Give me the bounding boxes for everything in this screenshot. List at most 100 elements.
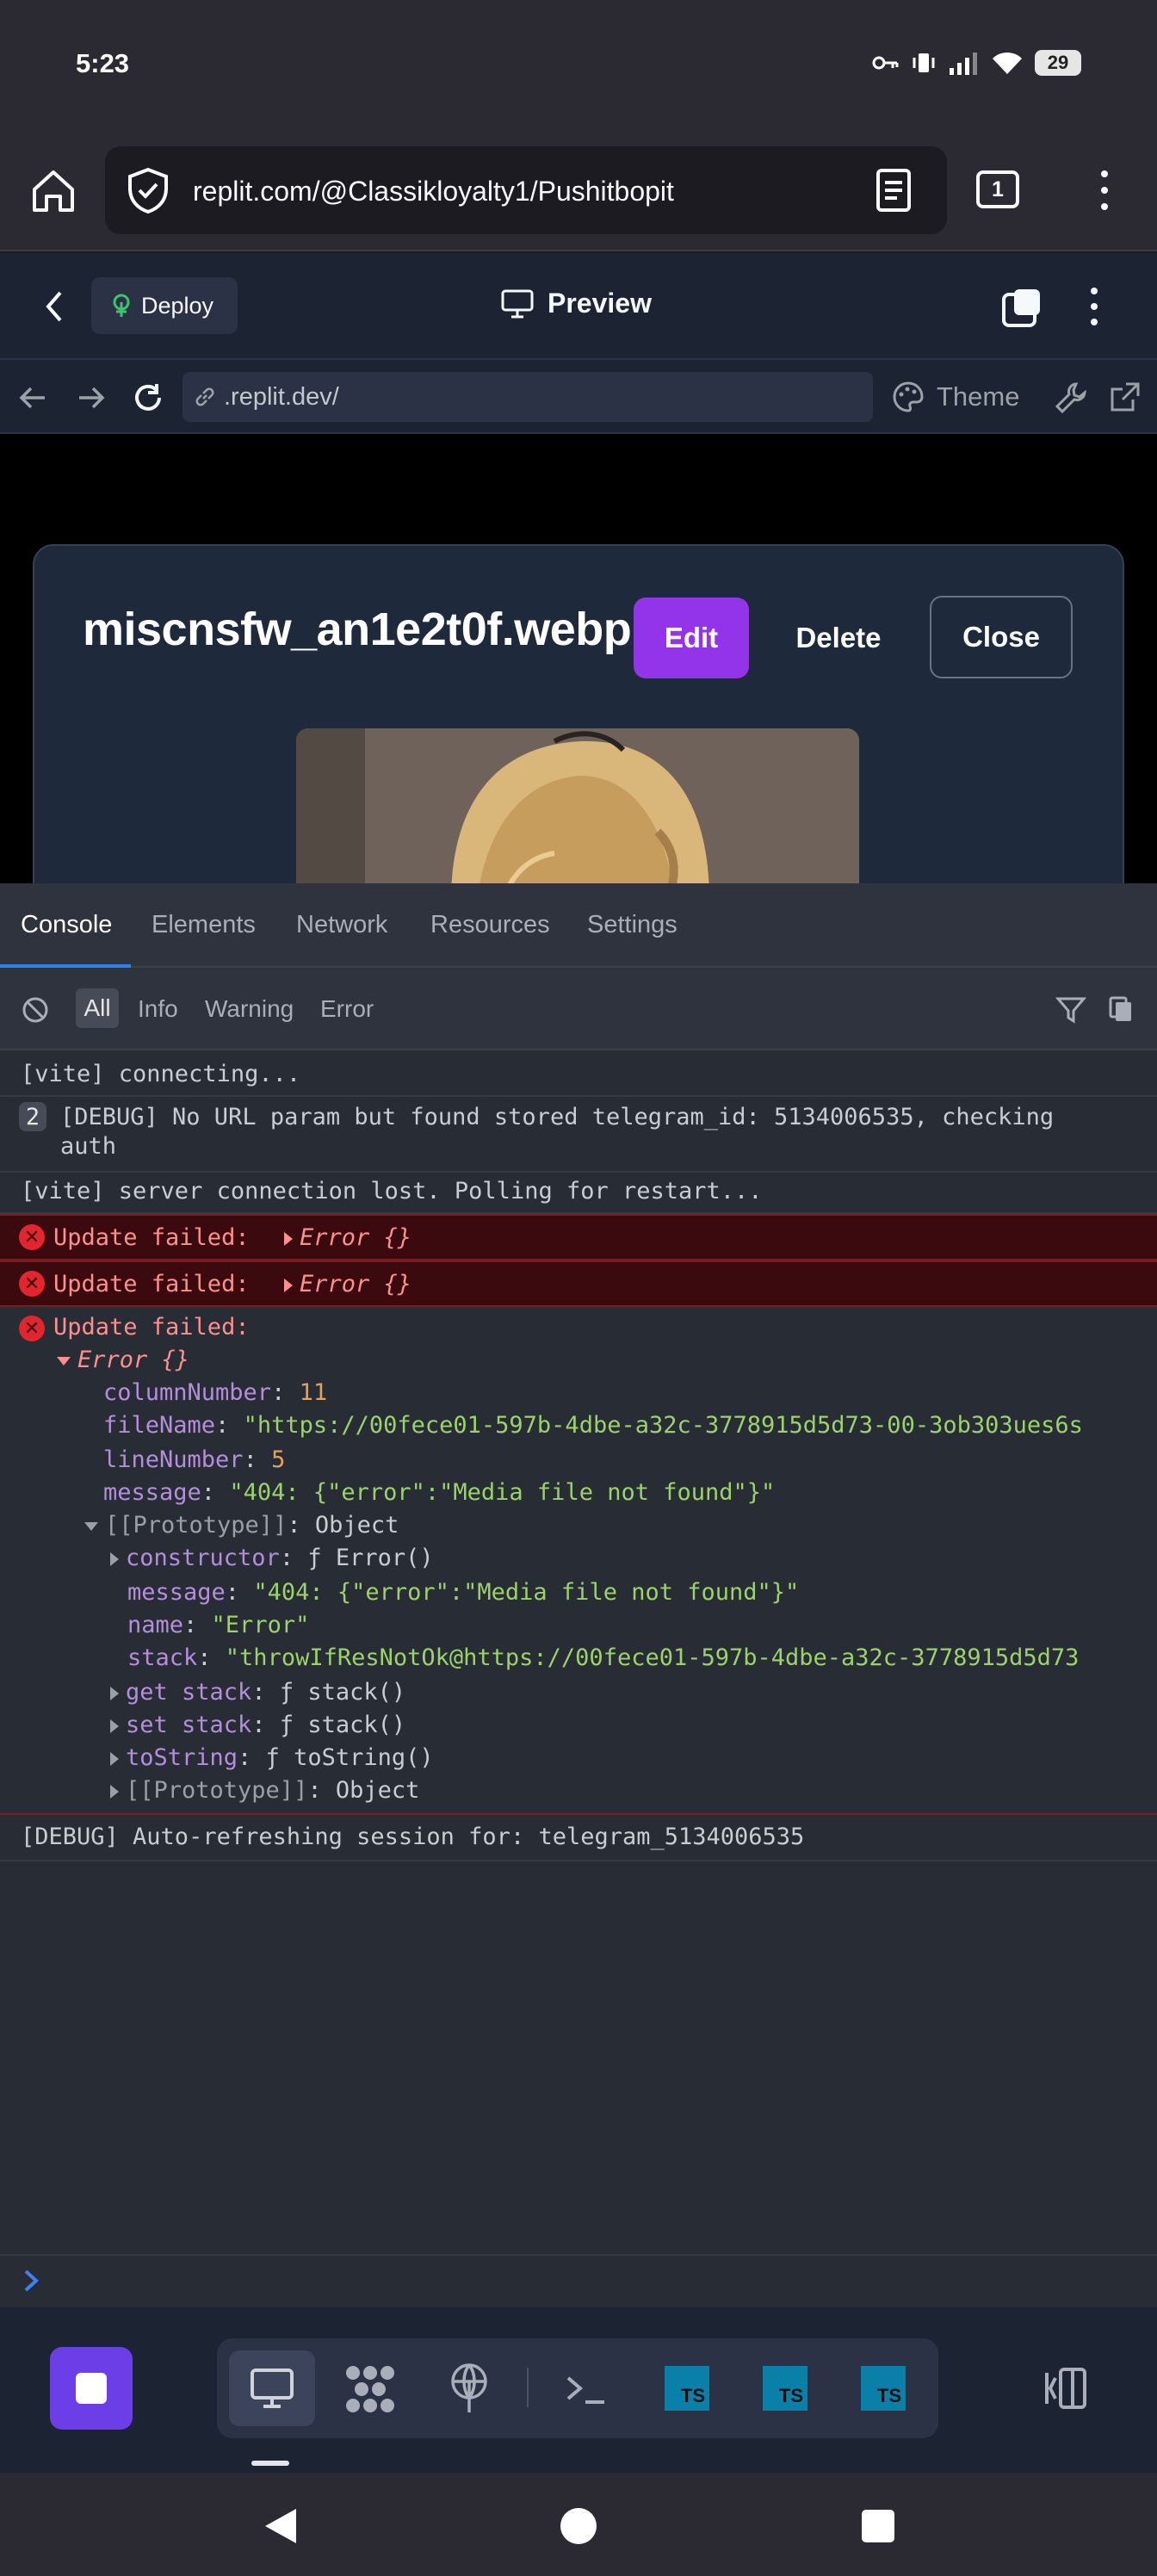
- console-input[interactable]: [0, 2254, 1157, 2307]
- vpn-key-icon: [871, 53, 899, 72]
- vibrate-icon: [911, 51, 937, 75]
- console-error-line[interactable]: ✕ Update failed: Error {}: [0, 1260, 1157, 1307]
- prop-message-proto: message: "404: {"error":"Media file not …: [127, 1579, 800, 1606]
- panel-toggle-icon[interactable]: [1038, 2366, 1090, 2411]
- tab-counter-button[interactable]: 1: [976, 170, 1019, 208]
- error-object[interactable]: Error {}: [284, 1271, 411, 1297]
- prop-set-stack[interactable]: set stack: ƒ stack(): [110, 1712, 405, 1738]
- deploy-label: Deploy: [141, 292, 214, 319]
- signal-icon: [949, 51, 980, 75]
- preview-label: Preview: [548, 288, 652, 319]
- console-log-line: 2 [DEBUG] No URL param but found stored …: [0, 1097, 1157, 1173]
- new-tab-icon[interactable]: [1000, 286, 1043, 329]
- reload-icon[interactable]: [131, 381, 165, 415]
- overflow-menu-icon[interactable]: [1092, 167, 1117, 214]
- status-icons: 29: [871, 50, 1081, 76]
- prop-get-stack[interactable]: get stack: ƒ stack(): [110, 1679, 405, 1706]
- prop-constructor[interactable]: constructor: ƒ Error(): [110, 1545, 434, 1571]
- error-x-icon: ✕: [19, 1316, 45, 1341]
- prop-stack: stack: "throwIfResNotOk@https://00fece01…: [127, 1644, 1080, 1671]
- home-button[interactable]: [26, 164, 81, 219]
- error-label: Update failed:: [53, 1224, 250, 1251]
- log-text-wrap: auth: [60, 1133, 117, 1160]
- apps-grid-icon[interactable]: [344, 2364, 396, 2414]
- console-log-line: [DEBUG] Auto-refreshing session for: tel…: [0, 1817, 1157, 1861]
- preview-monitor-icon[interactable]: [250, 2368, 294, 2409]
- tab-console-label[interactable]: Console: [21, 911, 112, 939]
- repeat-count-badge: 2: [19, 1102, 46, 1131]
- deployments-globe-icon[interactable]: [448, 2362, 491, 2414]
- shell-icon[interactable]: [565, 2373, 608, 2407]
- tab-network[interactable]: Network: [296, 911, 387, 939]
- error-label: Update failed:: [53, 1271, 250, 1297]
- deploy-icon: [110, 293, 133, 319]
- prop-columnNumber: columnNumber: 11: [103, 1379, 328, 1406]
- wifi-icon: [992, 51, 1023, 75]
- typescript-file-icon[interactable]: TS: [763, 2366, 807, 2411]
- prop-name: name: "Error": [127, 1612, 310, 1638]
- nav-recents-icon[interactable]: [861, 2509, 895, 2543]
- url-text[interactable]: replit.com/@Classikloyalty1/Pushitbopit: [193, 176, 674, 207]
- prop-lineNumber: lineNumber: 5: [103, 1446, 286, 1473]
- filter-funnel-icon[interactable]: [1055, 995, 1086, 1025]
- filter-all[interactable]: All: [76, 988, 119, 1028]
- media-filename: miscnsfw_an1e2t0f.webp: [83, 604, 632, 655]
- preview-viewport: miscnsfw_an1e2t0f.webp Edit Delete Close: [0, 434, 1157, 883]
- open-external-icon[interactable]: [1107, 381, 1142, 415]
- typescript-file-icon[interactable]: TS: [861, 2366, 906, 2411]
- error-object-expanded[interactable]: Error {}: [57, 1347, 189, 1373]
- prompt-chevron-icon: [22, 2268, 41, 2294]
- console-log-line: [vite] server connection lost. Polling f…: [0, 1173, 1157, 1214]
- back-chevron-icon[interactable]: [41, 288, 67, 325]
- nav-back-icon[interactable]: [260, 2505, 300, 2547]
- tab-resources[interactable]: Resources: [430, 911, 550, 939]
- dock-divider: [527, 2368, 529, 2407]
- console-error-line[interactable]: ✕ Update failed: Error {}: [0, 1214, 1157, 1260]
- palette-icon: [892, 381, 925, 413]
- wrench-icon[interactable]: [1054, 381, 1088, 415]
- nav-home-icon[interactable]: [560, 2507, 597, 2545]
- typescript-file-icon[interactable]: TS: [665, 2366, 709, 2411]
- error-x-icon: ✕: [19, 1271, 45, 1297]
- preview-tab-title: Preview: [501, 288, 652, 319]
- edit-button[interactable]: Edit: [634, 598, 749, 678]
- filter-warning[interactable]: Warning: [205, 995, 294, 1023]
- error-x-icon: ✕: [19, 1224, 45, 1250]
- media-image: [296, 728, 859, 883]
- stop-button[interactable]: [50, 2347, 133, 2430]
- prop-message: message: "404: {"error":"Media file not …: [103, 1479, 776, 1506]
- monitor-icon: [501, 289, 534, 319]
- deploy-button[interactable]: Deploy: [91, 277, 238, 334]
- shield-icon[interactable]: [126, 167, 170, 214]
- preview-forward-icon[interactable]: [74, 381, 108, 415]
- error-label: Update failed:: [53, 1314, 250, 1341]
- prop-prototype[interactable]: [[Prototype]]: Object: [84, 1512, 399, 1539]
- preview-address-text: .replit.dev/: [224, 382, 339, 411]
- reader-view-icon[interactable]: [871, 167, 916, 214]
- prop-prototype-2[interactable]: [[Prototype]]: Object: [110, 1777, 419, 1804]
- tab-elements[interactable]: Elements: [152, 911, 256, 939]
- dock-indicator: [251, 2461, 289, 2466]
- clear-console-icon[interactable]: [21, 995, 50, 1025]
- close-button[interactable]: Close: [930, 596, 1073, 678]
- tab-settings[interactable]: Settings: [587, 911, 677, 939]
- error-object[interactable]: Error {}: [284, 1224, 411, 1251]
- preview-back-icon[interactable]: [15, 381, 50, 415]
- preview-address-field[interactable]: .replit.dev/: [183, 372, 873, 422]
- log-text: [DEBUG] No URL param but found stored te…: [60, 1104, 1055, 1130]
- theme-button[interactable]: Theme: [892, 381, 1019, 413]
- prop-toString[interactable]: toString: ƒ toString(): [110, 1744, 434, 1771]
- status-time: 5:23: [76, 48, 130, 78]
- battery-icon: 29: [1035, 50, 1081, 76]
- prop-fileName: fileName: "https://00fece01-597b-4dbe-a3…: [103, 1412, 1083, 1439]
- link-icon: [193, 385, 217, 409]
- delete-button[interactable]: Delete: [771, 598, 906, 678]
- replit-more-icon[interactable]: [1081, 286, 1107, 327]
- theme-label: Theme: [937, 381, 1020, 412]
- console-log-line: [vite] connecting...: [0, 1052, 1157, 1097]
- home-icon: [33, 170, 74, 212]
- copy-icon[interactable]: [1107, 995, 1135, 1025]
- filter-info[interactable]: Info: [138, 995, 178, 1023]
- stop-icon: [76, 2373, 107, 2404]
- filter-error[interactable]: Error: [320, 995, 374, 1023]
